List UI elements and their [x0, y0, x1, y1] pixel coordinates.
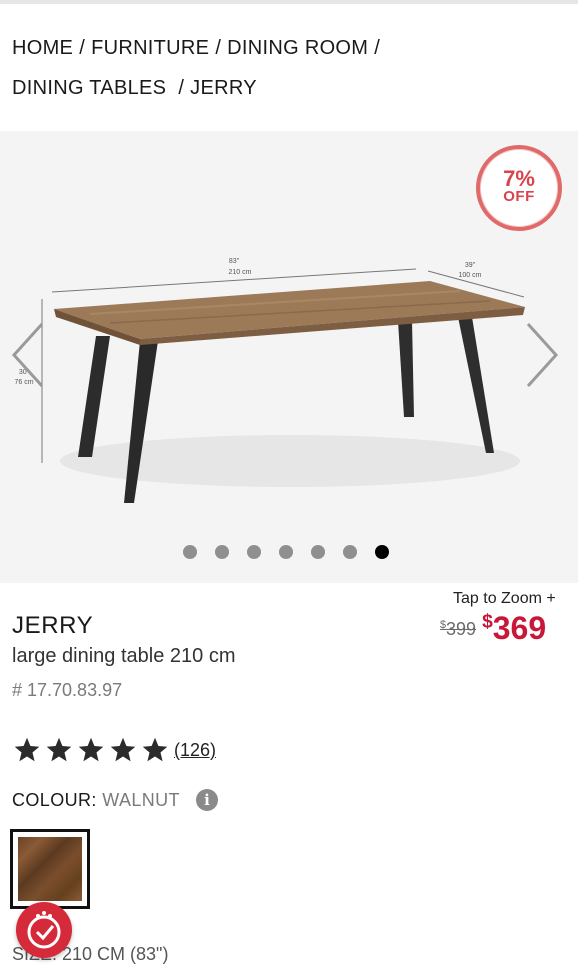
carousel-dot[interactable]	[279, 545, 293, 559]
carousel-dot[interactable]	[343, 545, 357, 559]
carousel-dot[interactable]	[311, 545, 325, 559]
walnut-swatch-image	[18, 837, 82, 901]
breadcrumb: HOME / FURNITURE / DINING ROOM / DINING TABLES…	[12, 28, 566, 108]
product-sku: # 17.70.83.97	[12, 680, 123, 700]
tap-to-zoom-label: Tap to Zoom	[453, 590, 542, 607]
breadcrumb-separator: /	[79, 37, 86, 59]
star-rating[interactable]	[12, 736, 172, 766]
price-block: $399 $369	[440, 610, 546, 647]
tap-to-zoom[interactable]: Tap to Zoom +	[453, 590, 556, 608]
discount-percent: 7%	[503, 166, 535, 191]
star-icon	[46, 737, 72, 762]
carousel-dot[interactable]	[247, 545, 261, 559]
promo-fab-button[interactable]	[16, 902, 72, 958]
carousel-dots	[183, 545, 407, 559]
breadcrumb-furniture[interactable]: FURNITURE	[91, 37, 209, 59]
next-image-button[interactable]	[522, 320, 562, 390]
breadcrumb-dining-room[interactable]: DINING ROOM	[227, 37, 368, 59]
breadcrumb-separator: /	[374, 37, 381, 59]
top-divider	[0, 0, 578, 4]
colour-label-text: COLOUR:	[12, 790, 97, 810]
prev-image-button[interactable]	[8, 320, 48, 390]
breadcrumb-current-jerry[interactable]: JERRY	[190, 77, 257, 99]
product-name: JERRY	[12, 612, 94, 639]
dimension-length-in: 83"	[229, 258, 240, 265]
star-icon	[110, 737, 136, 762]
breadcrumb-home[interactable]: HOME	[12, 37, 73, 59]
plus-icon: +	[546, 590, 556, 607]
discount-badge: 7% OFF	[476, 145, 562, 231]
dimension-depth-in: 39"	[465, 262, 476, 269]
info-icon[interactable]: i	[196, 789, 218, 811]
dimension-depth-cm: 100 cm	[459, 272, 482, 279]
star-icon	[78, 737, 104, 762]
breadcrumb-dining-tables[interactable]: DINING TABLES	[12, 77, 166, 99]
colour-label: COLOUR: WALNUT	[12, 790, 180, 811]
colour-swatch-walnut[interactable]	[10, 829, 90, 909]
product-description: large dining table 210 cm	[12, 645, 236, 667]
star-icon	[14, 737, 40, 762]
breadcrumb-separator: /	[215, 37, 222, 59]
breadcrumb-separator: /	[178, 77, 185, 99]
discount-label: OFF	[503, 188, 535, 205]
carousel-dot[interactable]	[215, 545, 229, 559]
star-icon	[142, 737, 168, 762]
sale-price: $369	[482, 610, 547, 646]
carousel-dot[interactable]	[183, 545, 197, 559]
check-badge-icon	[27, 911, 61, 949]
original-price: $399	[440, 619, 477, 639]
review-count-link[interactable]: (126)	[174, 740, 216, 761]
colour-value: WALNUT	[102, 790, 180, 810]
dimension-length-cm: 210 cm	[229, 269, 252, 276]
carousel-dot-active[interactable]	[375, 545, 389, 559]
